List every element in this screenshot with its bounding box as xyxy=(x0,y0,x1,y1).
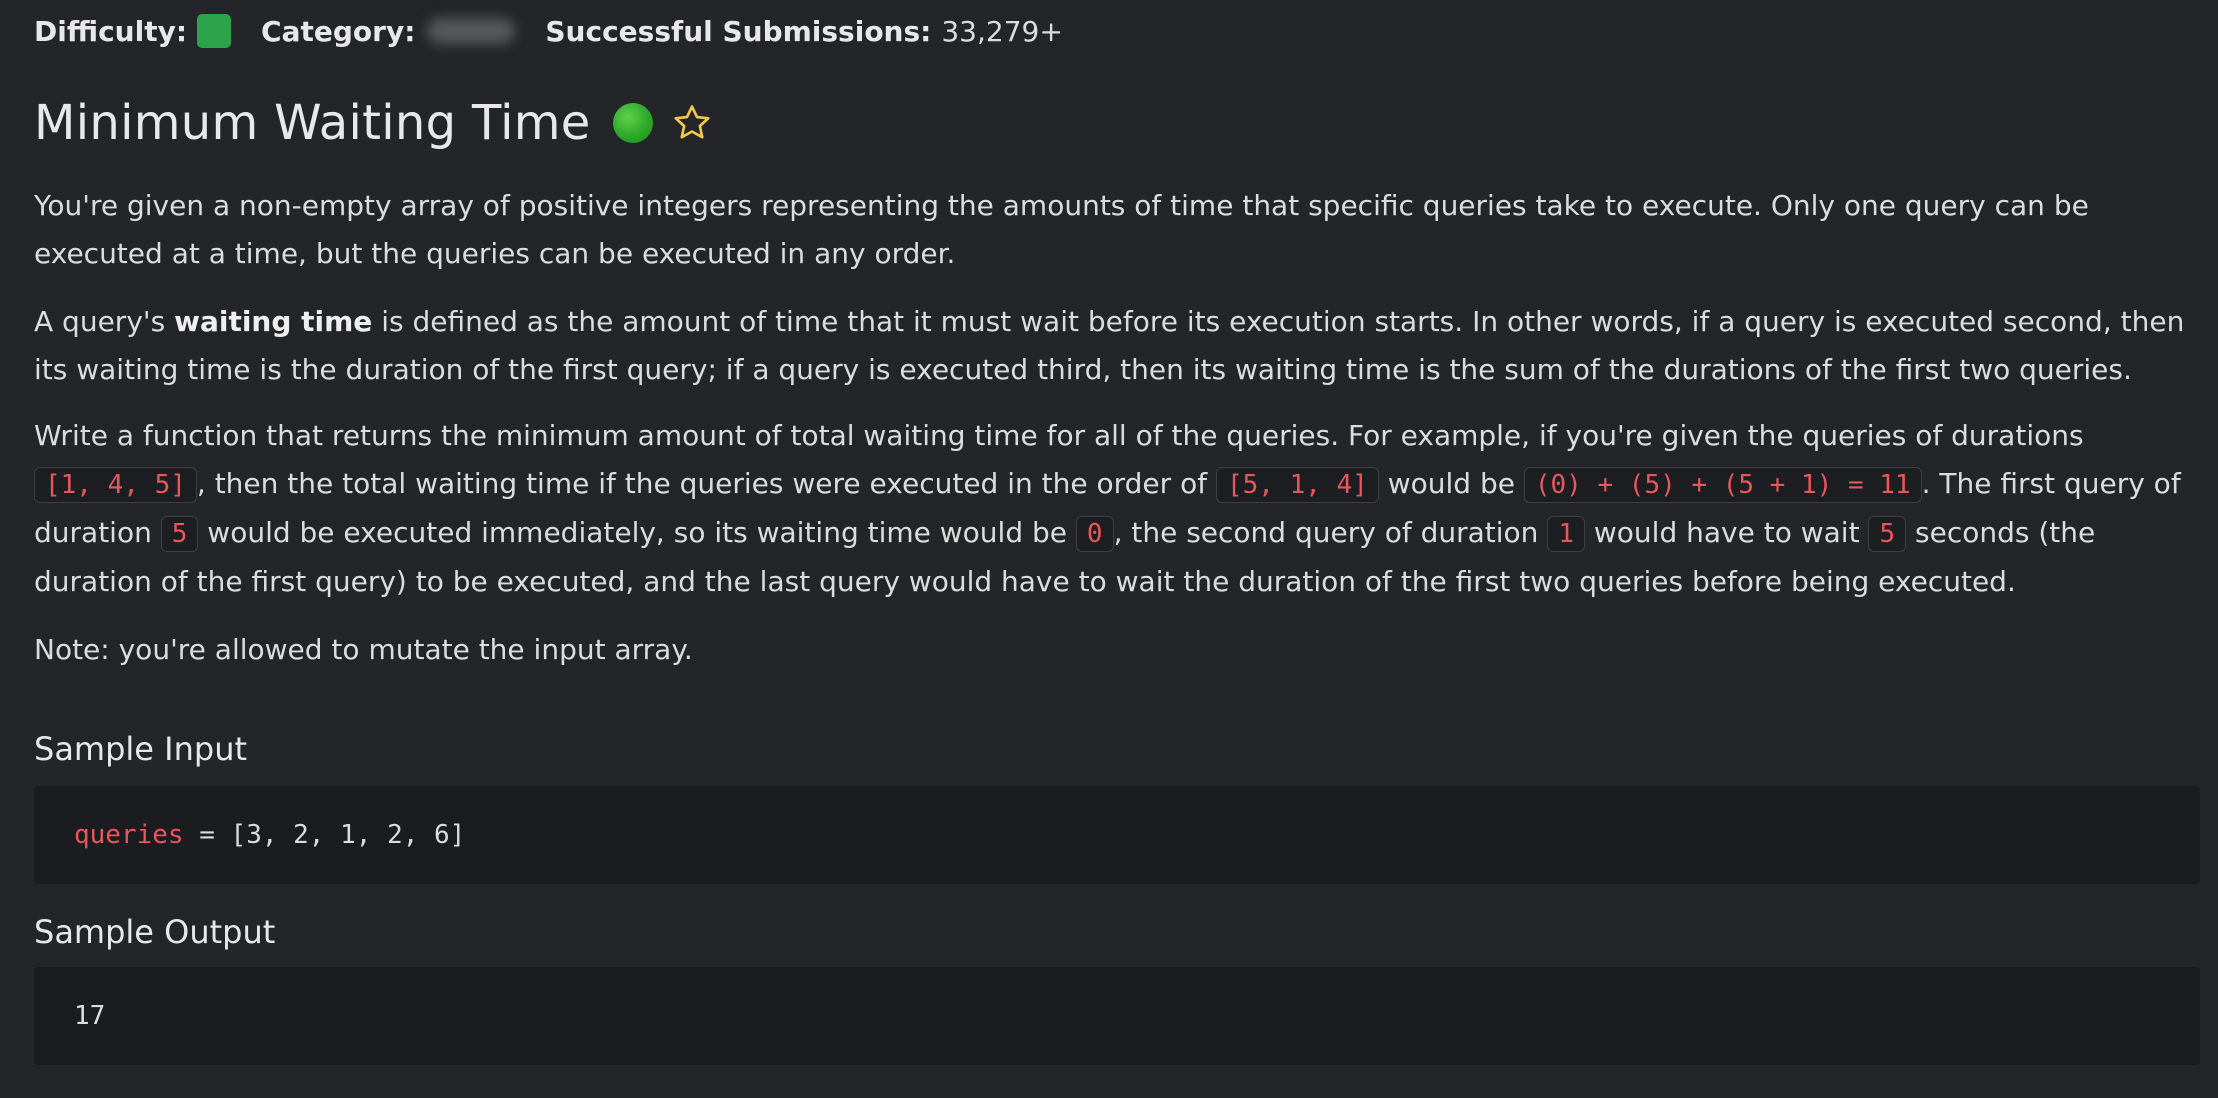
waiting-time-term: waiting time xyxy=(174,305,373,338)
description-text: , the second query of duration xyxy=(1113,516,1548,549)
category-label: Category: xyxy=(261,14,416,48)
inline-code: 5 xyxy=(1868,516,1907,552)
description-note: Note: you're allowed to mutate the input… xyxy=(34,633,693,666)
sample-output-value: 17 xyxy=(74,1001,106,1031)
submissions-label: Successful Submissions: xyxy=(545,14,932,48)
sample-input-code-block: queries = [3, 2, 1, 2, 6] xyxy=(34,786,2200,884)
inline-code: 1 xyxy=(1547,516,1585,552)
description-text: , then the total waiting time if the que… xyxy=(196,467,1216,500)
title-row: Minimum Waiting Time xyxy=(34,88,713,158)
inline-code: 0 xyxy=(1075,516,1114,552)
star-outline-icon[interactable] xyxy=(671,102,713,144)
submissions-count: 33,279+ xyxy=(941,14,1063,48)
sample-input-value: = [3, 2, 1, 2, 6] xyxy=(183,820,466,850)
description-paragraph-1: You're given a non-empty array of positi… xyxy=(34,189,2089,270)
inline-code: (0) + (5) + (5 + 1) = 11 xyxy=(1523,467,1922,503)
description-text: would have to wait xyxy=(1584,516,1869,549)
green-circle-icon xyxy=(612,103,653,143)
description-text: Write a function that returns the minimu… xyxy=(34,419,2084,452)
description-text: would be xyxy=(1378,467,1524,500)
category-value-hidden xyxy=(427,18,516,44)
description-text: A query's xyxy=(34,305,175,338)
page-title: Minimum Waiting Time xyxy=(34,95,591,151)
description-paragraph-2: A query's waiting time is defined as the… xyxy=(34,298,2204,394)
inline-code: 5 xyxy=(160,516,199,552)
sample-input-variable: queries xyxy=(74,820,184,850)
description-text: would be executed immediately, so its wa… xyxy=(198,516,1076,549)
sample-output-code-block: 17 xyxy=(34,967,2200,1065)
sample-output-heading: Sample Output xyxy=(34,913,276,951)
inline-code: [1, 4, 5] xyxy=(34,467,197,503)
difficulty-label: Difficulty: xyxy=(34,14,188,48)
difficulty-badge xyxy=(197,14,232,48)
description-paragraph-3: Write a function that returns the minimu… xyxy=(34,412,2204,606)
sample-input-heading: Sample Input xyxy=(34,730,248,768)
problem-meta-bar: Difficulty: Category: Successful Submiss… xyxy=(34,10,1063,52)
inline-code: [5, 1, 4] xyxy=(1215,467,1379,503)
